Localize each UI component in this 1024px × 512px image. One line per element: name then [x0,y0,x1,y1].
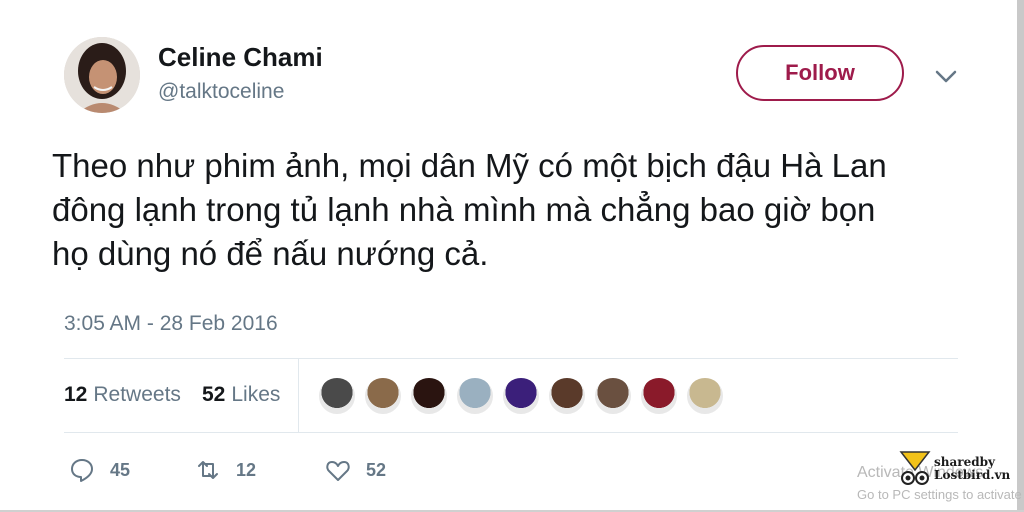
reply-action[interactable]: 45 [68,456,130,484]
liker-avatar[interactable] [501,376,541,416]
follow-button[interactable]: Follow [736,45,904,101]
like-action[interactable]: 52 [324,456,386,484]
divider-top [64,358,958,359]
like-count: 52 [366,459,387,480]
window-edge-right [1017,0,1024,512]
retweets-stat[interactable]: 12 Retweets [64,383,181,407]
tweet-text-line: đông lạnh trong tủ lạnh nhà mình mà chẳn… [52,191,876,228]
avatar-image [64,37,140,113]
likes-label: Likes [231,383,281,406]
liker-avatar[interactable] [685,376,725,416]
owl-logo-icon [899,451,931,485]
watermark-line2: Lostbird.vn [934,468,1011,482]
chevron-down-icon[interactable] [932,62,960,90]
liker-avatar[interactable] [317,376,357,416]
avatar[interactable] [64,37,140,113]
retweets-label: Retweets [93,383,181,406]
retweet-count: 12 [236,459,257,480]
tweet-timestamp[interactable]: 3:05 AM - 28 Feb 2016 [64,312,278,336]
liker-avatar[interactable] [593,376,633,416]
reply-count: 45 [110,459,131,480]
retweets-count: 12 [64,383,88,406]
likes-count: 52 [202,383,226,406]
watermark: sharedby Lostbird.vn [898,450,1010,488]
liker-avatar[interactable] [363,376,403,416]
liker-avatar[interactable] [409,376,449,416]
retweet-action[interactable]: 12 [194,456,256,484]
tweet-text-line: Theo như phim ảnh, mọi dân Mỹ có một bịc… [52,147,887,184]
display-name[interactable]: Celine Chami [158,42,323,73]
liker-avatar[interactable] [547,376,587,416]
divider-bottom [64,432,958,433]
liker-avatar[interactable] [639,376,679,416]
liker-avatar[interactable] [455,376,495,416]
user-handle[interactable]: @talktoceline [158,80,284,104]
stats-separator [298,358,299,432]
tweet-text-line: họ dùng nó để nấu nướng cả. [52,235,489,272]
retweet-icon [198,461,218,479]
tweet-text: Theo như phim ảnh, mọi dân Mỹ có một bịc… [52,144,1002,276]
heart-icon [326,461,350,481]
reply-icon [71,459,93,482]
likes-stat[interactable]: 52 Likes [202,383,280,407]
